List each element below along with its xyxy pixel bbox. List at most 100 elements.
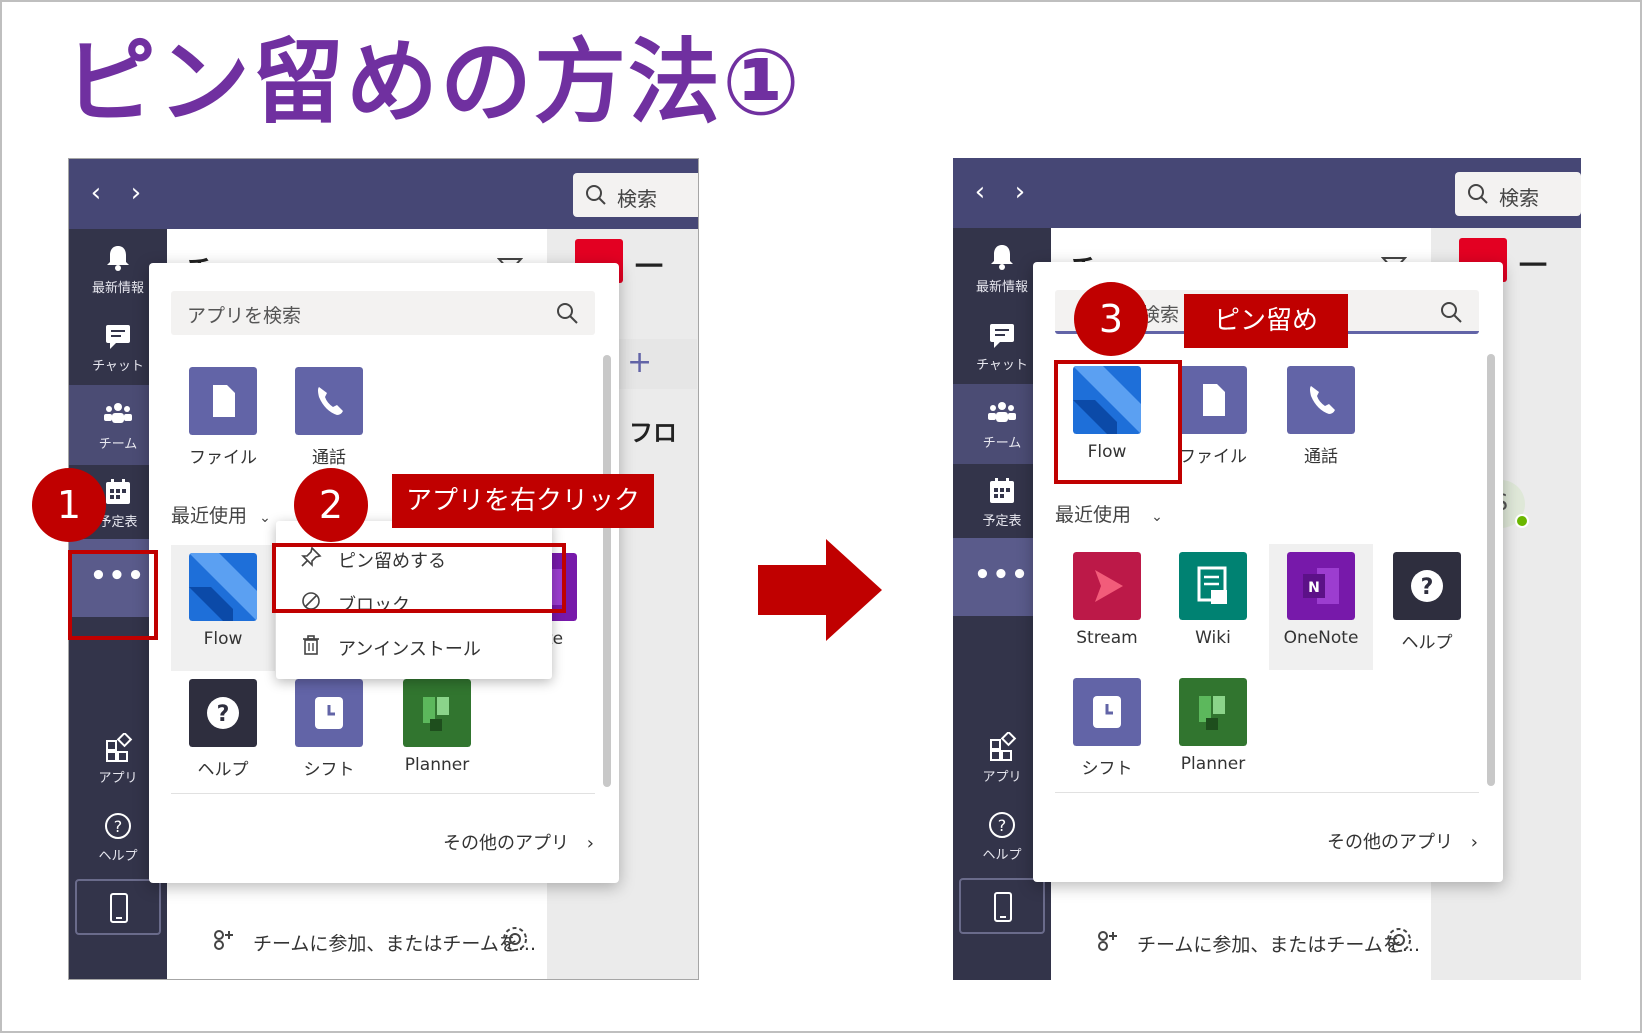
chevron-down-icon[interactable]: ⌄ bbox=[1151, 509, 1163, 525]
svg-text:?: ? bbox=[998, 816, 1007, 835]
recent-label-text: 最近使用 bbox=[1055, 504, 1132, 526]
top-bar: ‹ › 検索 bbox=[953, 158, 1581, 228]
trash-icon bbox=[303, 635, 319, 655]
app-label: ヘルプ bbox=[1401, 633, 1453, 653]
teams-icon bbox=[104, 403, 132, 423]
search-box[interactable]: 検索 bbox=[1455, 172, 1581, 216]
highlight-more-button bbox=[68, 550, 158, 640]
app-tile-flow[interactable]: Flow bbox=[171, 545, 275, 671]
step-1-badge: 1 bbox=[32, 468, 106, 542]
phone-icon bbox=[295, 367, 363, 435]
ctx-label: アンインストール bbox=[338, 639, 481, 660]
phone-icon bbox=[1287, 366, 1355, 434]
callout-right-click: アプリを右クリック bbox=[392, 474, 654, 528]
app-tile-planner[interactable]: Planner bbox=[1161, 670, 1265, 796]
onenote-icon: N bbox=[1287, 552, 1355, 620]
bell-icon bbox=[991, 245, 1013, 270]
wiki-icon bbox=[1179, 552, 1247, 620]
app-label: Flow bbox=[203, 629, 243, 649]
app-tile-calls[interactable]: 通話 bbox=[277, 359, 381, 485]
app-tile-stream[interactable]: Stream bbox=[1055, 544, 1159, 670]
help-app-icon: ? bbox=[1393, 552, 1461, 620]
gear-icon[interactable] bbox=[1385, 926, 1413, 954]
screenshot-after: ‹ › 検索 最新情報 チャット チーム 予定表 ••• アプリ ? ヘルプ 一… bbox=[953, 158, 1581, 980]
back-arrow-icon[interactable]: ‹ bbox=[81, 173, 111, 213]
planner-icon bbox=[403, 679, 471, 747]
help-circle-icon: ? bbox=[105, 813, 131, 839]
arrow-right-icon bbox=[758, 539, 882, 641]
app-search-input[interactable]: アプリを検索 bbox=[171, 291, 595, 335]
highlight-pinned-flow bbox=[1054, 360, 1182, 484]
svg-text:?: ? bbox=[1421, 575, 1434, 600]
search-label: 検索 bbox=[617, 187, 657, 211]
flyout-scrollbar[interactable] bbox=[1487, 354, 1495, 786]
search-icon bbox=[1468, 184, 1488, 204]
apps-icon bbox=[990, 732, 1017, 761]
chevron-right-icon: › bbox=[1470, 832, 1478, 853]
search-icon bbox=[1441, 302, 1462, 323]
app-tile-files[interactable]: ファイル bbox=[171, 359, 275, 485]
ctx-uninstall[interactable]: アンインストール bbox=[276, 623, 552, 667]
app-tile-calls[interactable]: 通話 bbox=[1269, 358, 1373, 484]
top-bar: ‹ › 検索 bbox=[69, 159, 698, 229]
flyout-divider bbox=[171, 793, 595, 794]
join-team-text: チームに参加、またはチームを... bbox=[253, 933, 536, 955]
teams-icon bbox=[988, 402, 1016, 422]
bottom-bar[interactable]: チームに参加、またはチームを... bbox=[1051, 906, 1431, 980]
recent-section-label: 最近使用 ⌄ bbox=[171, 501, 271, 528]
planner-icon bbox=[1179, 678, 1247, 746]
mobile-icon bbox=[110, 893, 128, 923]
more-apps-text: その他のアプリ bbox=[443, 833, 569, 854]
app-label: 通話 bbox=[312, 448, 346, 468]
bg-right-fragment: 一 bbox=[1519, 249, 1548, 282]
slide-title: ピン留めの方法① bbox=[64, 29, 802, 136]
svg-text:?: ? bbox=[114, 817, 123, 836]
flyout-scrollbar[interactable] bbox=[603, 355, 611, 787]
app-tile-help[interactable]: ? ヘルプ bbox=[1375, 544, 1479, 670]
app-tile-shifts[interactable]: シフト bbox=[277, 671, 381, 797]
join-team-text: チームに参加、またはチームを... bbox=[1137, 934, 1420, 956]
app-tile-wiki[interactable]: Wiki bbox=[1161, 544, 1265, 670]
shifts-icon bbox=[1073, 678, 1141, 746]
app-label: Planner bbox=[404, 755, 470, 775]
app-tile-help[interactable]: ? ヘルプ bbox=[171, 671, 275, 797]
more-apps-text: その他のアプリ bbox=[1327, 832, 1453, 853]
chevron-down-icon[interactable]: ⌄ bbox=[259, 510, 271, 526]
app-tile-shifts[interactable]: シフト bbox=[1055, 670, 1159, 796]
rail-mobile-button[interactable] bbox=[75, 879, 161, 935]
app-label: Wiki bbox=[1195, 628, 1231, 648]
app-tile-planner[interactable]: Planner bbox=[385, 671, 489, 797]
presence-available-icon bbox=[1515, 514, 1529, 528]
back-arrow-icon[interactable]: ‹ bbox=[965, 172, 995, 212]
stream-icon bbox=[1073, 552, 1141, 620]
bell-icon bbox=[107, 246, 129, 271]
bg-right-fragment: 一 bbox=[635, 250, 664, 283]
chevron-right-icon: › bbox=[586, 833, 594, 854]
callout-pin: ピン留め bbox=[1184, 294, 1348, 348]
gear-icon[interactable] bbox=[501, 925, 529, 953]
forward-arrow-icon[interactable]: › bbox=[1005, 172, 1035, 212]
flow-icon bbox=[189, 553, 257, 621]
more-apps-link[interactable]: その他のアプリ › bbox=[1327, 828, 1478, 854]
apps-icon bbox=[106, 733, 133, 762]
more-apps-link[interactable]: その他のアプリ › bbox=[443, 829, 594, 855]
search-box[interactable]: 検索 bbox=[573, 173, 698, 217]
app-label: Planner bbox=[1180, 754, 1246, 774]
chat-icon bbox=[990, 324, 1014, 348]
help-app-icon: ? bbox=[189, 679, 257, 747]
search-icon bbox=[586, 185, 606, 205]
app-tile-onenote[interactable]: N OneNote bbox=[1269, 544, 1373, 670]
rail-mobile-button[interactable] bbox=[959, 878, 1045, 934]
highlight-pin-item bbox=[272, 543, 566, 613]
recent-section-label: 最近使用 ⌄ bbox=[1055, 500, 1163, 527]
step-2-badge: 2 bbox=[294, 468, 368, 542]
file-icon bbox=[189, 367, 257, 435]
file-icon bbox=[1179, 366, 1247, 434]
forward-arrow-icon[interactable]: › bbox=[121, 173, 151, 213]
app-search-placeholder: アプリを検索 bbox=[187, 305, 302, 327]
bottom-bar[interactable]: チームに参加、またはチームを... bbox=[167, 905, 547, 979]
app-label: シフト bbox=[303, 760, 355, 780]
mobile-icon bbox=[994, 892, 1012, 922]
search-icon bbox=[557, 303, 578, 324]
calendar-icon bbox=[106, 479, 130, 504]
